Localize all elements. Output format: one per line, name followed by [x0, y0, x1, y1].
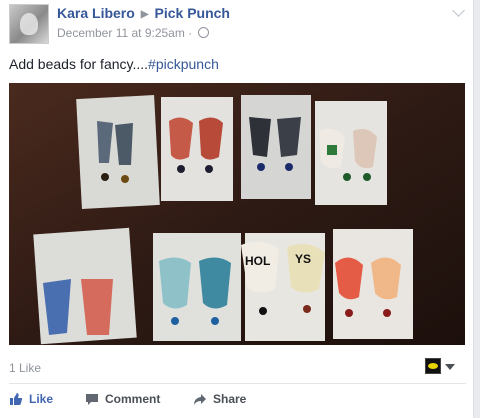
- earring-card: [161, 97, 233, 201]
- like-count[interactable]: 1 Like: [9, 361, 41, 375]
- svg-text:HOL: HOL: [245, 254, 270, 268]
- earring-card: [333, 229, 413, 339]
- hashtag-link[interactable]: #pickpunch: [148, 56, 219, 72]
- post-card: Kara Libero ▶ Pick Punch December 11 at 9:…: [0, 0, 474, 418]
- pick-punch-avatar-icon[interactable]: [425, 358, 441, 374]
- earring-card: [241, 95, 311, 199]
- like-label: Like: [29, 392, 54, 406]
- earring-card: HOL YS: [241, 233, 325, 341]
- meta-separator: ·: [188, 26, 193, 40]
- share-button[interactable]: Share: [193, 388, 246, 410]
- earring-card: [76, 95, 160, 209]
- globe-icon[interactable]: [197, 27, 209, 38]
- comment-label: Comment: [105, 392, 161, 406]
- like-button[interactable]: Like: [9, 388, 53, 410]
- post-body-text: Add beads for fancy....: [9, 56, 149, 72]
- earring-card: [315, 101, 387, 205]
- page-name[interactable]: Pick Punch: [155, 5, 230, 21]
- post-photo[interactable]: HOL YS: [9, 83, 465, 345]
- post-title-line: Kara Libero ▶ Pick Punch: [57, 5, 230, 21]
- triangle-right-icon: ▶: [140, 9, 149, 20]
- post-actions: Like Comment Share: [9, 388, 309, 410]
- thumbs-up-icon: [10, 393, 23, 405]
- share-label: Share: [213, 392, 247, 406]
- author-name[interactable]: Kara Libero: [57, 5, 135, 21]
- author-avatar[interactable]: [9, 4, 49, 44]
- post-header: Kara Libero ▶ Pick Punch December 11 at 9:…: [9, 4, 465, 44]
- chevron-down-icon[interactable]: [452, 4, 465, 17]
- actions-divider: [9, 383, 466, 384]
- earring-card: [33, 227, 137, 345]
- post-timestamp[interactable]: December 11 at 9:25am: [57, 26, 185, 40]
- post-meta: December 11 at 9:25am ·: [57, 26, 209, 40]
- share-arrow-icon: [194, 394, 206, 405]
- earring-card: [153, 233, 241, 341]
- speech-bubble-icon: [86, 394, 98, 405]
- caret-down-icon[interactable]: [445, 364, 455, 370]
- post-text: Add beads for fancy....#pickpunch: [9, 56, 219, 72]
- svg-text:YS: YS: [295, 252, 311, 266]
- comment-button[interactable]: Comment: [85, 388, 160, 410]
- post-stats: 1 Like: [9, 358, 466, 382]
